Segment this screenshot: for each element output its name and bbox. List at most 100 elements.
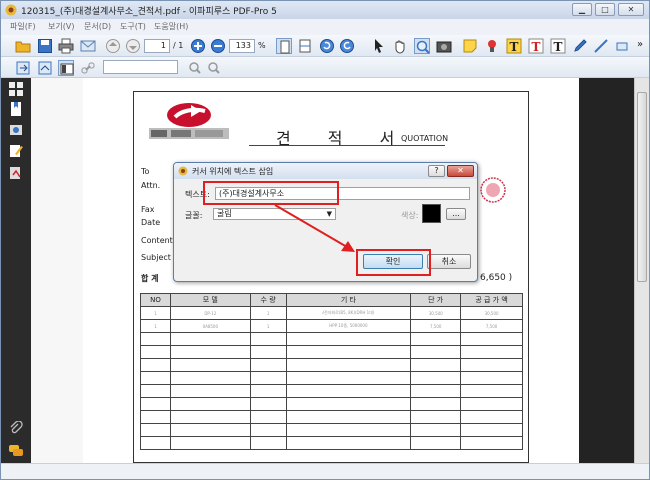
table-row <box>140 384 523 398</box>
select-arrow-icon[interactable] <box>371 38 387 54</box>
export-icon[interactable] <box>37 60 53 76</box>
field-to: To <box>141 167 150 176</box>
bookmarks-icon[interactable] <box>9 102 23 116</box>
zoom-tool-icon[interactable] <box>414 38 430 54</box>
signatures-icon[interactable] <box>9 166 23 180</box>
status-bar <box>1 463 649 479</box>
pen-icon[interactable] <box>572 38 588 54</box>
link-icon[interactable] <box>80 60 96 76</box>
app-icon <box>5 4 17 16</box>
menu-view[interactable]: 보기(V) <box>48 21 74 32</box>
table-row <box>140 358 523 372</box>
layout-icon[interactable] <box>58 60 74 76</box>
thumbnails-icon[interactable] <box>9 82 23 96</box>
fit-width-icon[interactable] <box>297 38 313 54</box>
page-number-input[interactable]: 1 <box>144 39 170 53</box>
find-next-icon[interactable] <box>206 60 222 76</box>
title-bar: 120315_(주)대경설계사무소_견적서.pdf - 이파피루스 PDF-Pr… <box>1 1 649 19</box>
title-underline <box>249 145 445 146</box>
dialog-app-icon <box>178 166 188 176</box>
attachments-icon[interactable] <box>9 123 23 137</box>
cell: HPP 10종, 5000000 <box>285 319 412 333</box>
color-more-button[interactable]: ... <box>446 208 466 220</box>
rotate-left-icon[interactable] <box>319 38 335 54</box>
field-content: Content <box>141 236 173 245</box>
import-icon[interactable] <box>15 60 31 76</box>
paperclip-icon[interactable] <box>9 421 23 435</box>
zoom-unit-label: % <box>258 41 266 50</box>
cell: 30,500 <box>410 306 462 320</box>
col-model: 모 델 <box>169 293 251 307</box>
right-gutter <box>579 78 634 463</box>
email-icon[interactable] <box>80 38 96 54</box>
cell: 1 <box>249 319 287 333</box>
cell: 7,500 <box>410 319 462 333</box>
total-value: 6,650 ) <box>480 273 513 283</box>
field-subject: Subject <box>141 253 171 262</box>
table-row <box>140 410 523 424</box>
field-date: Date <box>141 218 161 227</box>
toolbar-overflow[interactable]: » <box>637 39 643 50</box>
close-button[interactable]: ✕ <box>618 3 644 16</box>
svg-text:T: T <box>510 40 519 54</box>
col-note: 기 타 <box>285 293 412 307</box>
hand-tool-icon[interactable] <box>392 38 408 54</box>
field-fax: Fax <box>141 205 155 214</box>
annotations-list-icon[interactable] <box>9 144 23 158</box>
table-row: 1 0A8500 1 HPP 10종, 5000000 7,500 7,500 <box>140 319 523 333</box>
left-gutter <box>31 78 83 463</box>
secondary-toolbar <box>1 57 649 78</box>
zoom-in-icon[interactable] <box>190 38 206 54</box>
left-toolbar <box>1 78 31 463</box>
cell: 1 <box>140 319 171 333</box>
col-no: NO <box>140 293 171 307</box>
next-page-icon[interactable] <box>125 38 141 54</box>
color-label: 색상: <box>401 211 419 220</box>
dialog-help-button[interactable]: ? <box>428 165 445 177</box>
zoom-input[interactable]: 133 <box>229 39 255 53</box>
col-amount: 공 급 가 액 <box>460 293 523 307</box>
vertical-scrollbar[interactable] <box>634 78 649 463</box>
find-prev-icon[interactable] <box>187 60 203 76</box>
company-logo <box>149 103 229 139</box>
typewriter-icon[interactable]: T <box>506 38 522 54</box>
comments-icon[interactable] <box>9 444 23 458</box>
dialog-title-bar: 커서 위치에 텍스트 삽입 ? ✕ <box>174 163 477 179</box>
col-price: 단 가 <box>410 293 462 307</box>
svg-text:T: T <box>532 40 541 54</box>
open-folder-icon[interactable] <box>15 38 31 54</box>
menu-document[interactable]: 문서(D) <box>84 21 111 32</box>
main-toolbar: 1 / 1 133 % T T T » <box>1 35 649 57</box>
zoom-out-icon[interactable] <box>210 38 226 54</box>
table-row <box>140 345 523 359</box>
menu-help[interactable]: 도움말(H) <box>154 21 188 32</box>
scrollbar-thumb[interactable] <box>637 92 647 282</box>
color-swatch[interactable] <box>422 204 441 223</box>
minimize-button[interactable]: ▁ <box>572 3 592 16</box>
stamp-icon[interactable] <box>484 38 500 54</box>
note-icon[interactable] <box>462 38 478 54</box>
cell: 30,500 <box>460 306 523 320</box>
save-icon[interactable] <box>37 38 53 54</box>
annotation-box-ok <box>356 249 431 276</box>
search-input[interactable] <box>103 60 178 74</box>
print-icon[interactable] <box>58 38 74 54</box>
field-total: 합 계 <box>141 274 159 283</box>
maximize-button[interactable]: □ <box>595 3 615 16</box>
rectangle-icon[interactable] <box>614 38 630 54</box>
menu-tools[interactable]: 도구(T) <box>120 21 146 32</box>
dialog-close-button[interactable]: ✕ <box>447 165 474 177</box>
text-edit-icon[interactable]: T <box>528 38 544 54</box>
cell: 1 <box>249 306 287 320</box>
quotation-table: NO 모 델 수 량 기 타 단 가 공 급 가 액 1 DP-12 1 ℓ전자… <box>140 293 523 450</box>
line-icon[interactable] <box>593 38 609 54</box>
cancel-button[interactable]: 취소 <box>427 254 471 269</box>
snapshot-icon[interactable] <box>436 38 452 54</box>
text-box-icon[interactable]: T <box>550 38 566 54</box>
rotate-right-icon[interactable] <box>339 38 355 54</box>
svg-text:T: T <box>554 40 563 54</box>
prev-page-icon[interactable] <box>105 38 121 54</box>
dialog-title: 커서 위치에 텍스트 삽입 <box>192 167 274 176</box>
fit-page-icon[interactable] <box>276 38 292 54</box>
menu-file[interactable]: 파일(F) <box>10 21 36 32</box>
